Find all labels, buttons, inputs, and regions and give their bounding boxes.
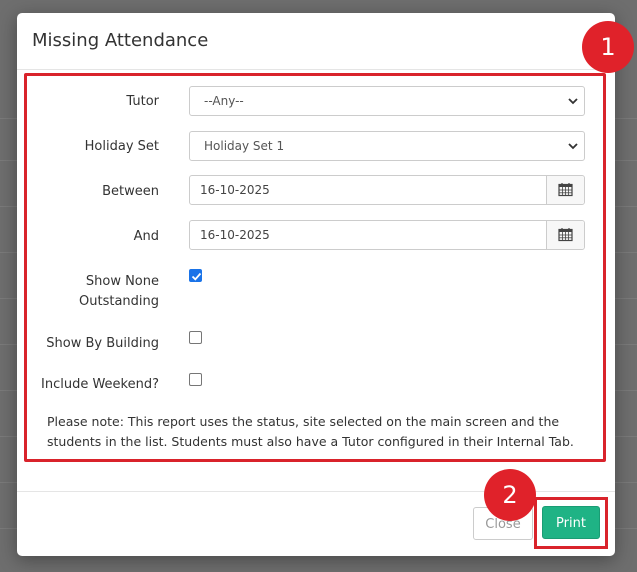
chevron-down-icon: [568, 98, 578, 105]
print-button[interactable]: Print: [542, 506, 600, 539]
show-none-outstanding-label-line2: Outstanding: [79, 294, 159, 309]
calendar-icon: [558, 228, 573, 242]
include-weekend-checkbox[interactable]: [189, 373, 202, 386]
show-none-outstanding-label-line1: Show None: [85, 274, 159, 289]
and-calendar-button[interactable]: [546, 221, 584, 249]
check-icon: [191, 272, 202, 281]
between-date-value: 16-10-2025: [200, 183, 270, 197]
tutor-label: Tutor: [126, 94, 159, 109]
between-date-input[interactable]: 16-10-2025: [189, 175, 585, 205]
chevron-down-icon: [568, 143, 578, 150]
and-date-value: 16-10-2025: [200, 228, 270, 242]
modal-title: Missing Attendance: [32, 30, 209, 51]
annotation-badge-1: 1: [582, 21, 634, 73]
and-date-input[interactable]: 16-10-2025: [189, 220, 585, 250]
holiday-set-select[interactable]: Holiday Set 1: [189, 131, 585, 161]
between-label: Between: [102, 184, 159, 199]
show-by-building-checkbox[interactable]: [189, 331, 202, 344]
tutor-select-value: --Any--: [204, 94, 244, 108]
holiday-set-select-value: Holiday Set 1: [204, 139, 285, 153]
between-calendar-button[interactable]: [546, 176, 584, 204]
include-weekend-label: Include Weekend?: [41, 377, 159, 392]
tutor-select[interactable]: --Any--: [189, 86, 585, 116]
calendar-icon: [558, 183, 573, 197]
show-by-building-label: Show By Building: [46, 336, 159, 351]
annotation-badge-2: 2: [484, 469, 536, 521]
show-none-outstanding-checkbox[interactable]: [189, 269, 202, 282]
holiday-set-label: Holiday Set: [84, 139, 159, 154]
report-note: Please note: This report uses the status…: [47, 414, 574, 449]
and-label: And: [133, 229, 159, 244]
show-none-outstanding-label: Show None Outstanding: [29, 272, 159, 312]
header-divider: [17, 69, 615, 70]
